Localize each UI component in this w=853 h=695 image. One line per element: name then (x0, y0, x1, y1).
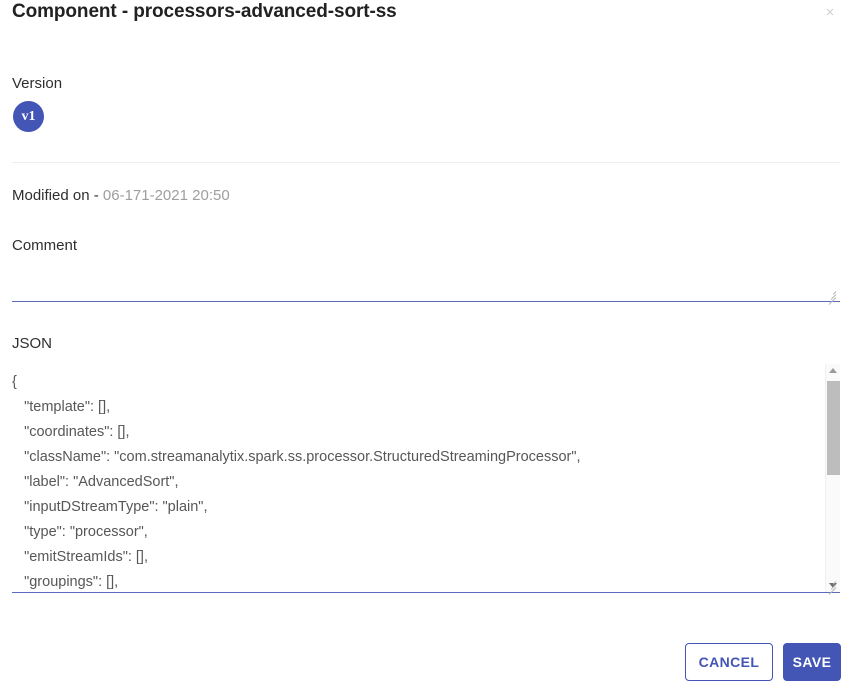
version-badge-v1[interactable]: v1 (13, 101, 44, 132)
modified-on-label: Modified on - (12, 187, 103, 204)
close-icon[interactable]: × (821, 4, 839, 22)
comment-label: Comment (12, 237, 78, 254)
version-label: Version (12, 75, 63, 92)
modified-on-row: Modified on - 06-171-2021 20:50 (12, 187, 230, 204)
json-scrollbar[interactable] (825, 364, 840, 592)
modified-on-value: 06-171-2021 20:50 (102, 187, 230, 204)
comment-input[interactable] (12, 262, 840, 302)
json-label: JSON (12, 335, 53, 352)
page-title: Component - processors-advanced-sort-ss (12, 1, 397, 22)
component-version-dialog: Component - processors-advanced-sort-ss … (0, 0, 853, 695)
dialog-footer: CANCEL SAVE (0, 641, 853, 683)
cancel-button[interactable]: CANCEL (685, 643, 773, 681)
scrollbar-thumb[interactable] (827, 381, 840, 475)
dialog-header: Component - processors-advanced-sort-ss … (0, 0, 853, 38)
save-button[interactable]: SAVE (783, 643, 841, 681)
json-content[interactable]: { "template": [], "coordinates": [], "cl… (12, 370, 818, 592)
scroll-down-arrow-icon[interactable] (826, 578, 840, 592)
section-divider (12, 162, 840, 163)
scroll-up-arrow-icon[interactable] (826, 364, 840, 378)
json-editor[interactable]: { "template": [], "coordinates": [], "cl… (12, 364, 840, 593)
